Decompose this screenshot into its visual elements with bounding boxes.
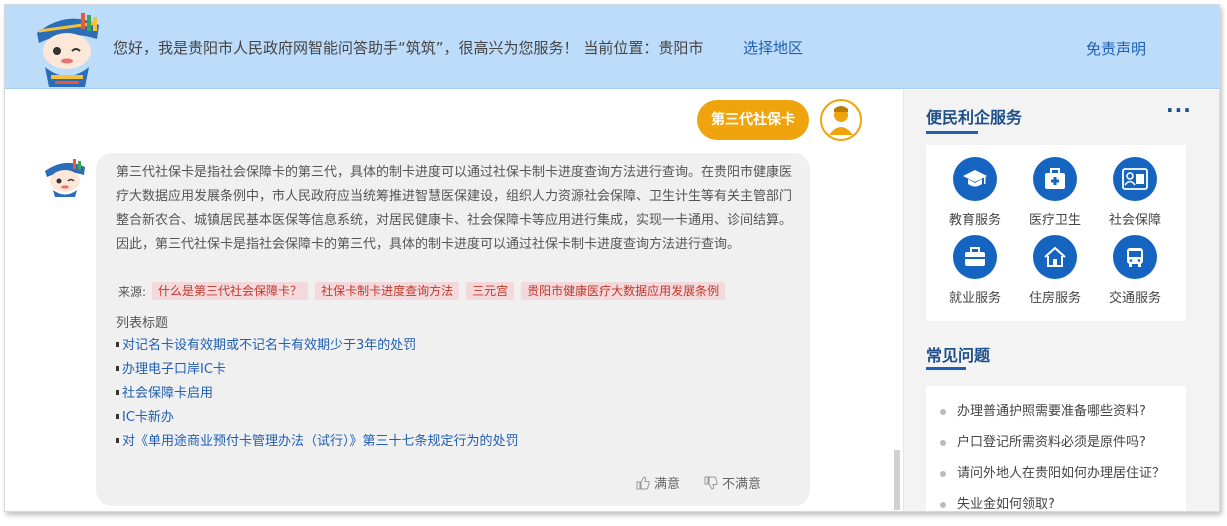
bullet-dot-icon [940,501,946,508]
service-social-security[interactable]: 社会保障 [1095,157,1175,228]
bus-icon [1113,235,1157,279]
briefcase-icon [953,235,997,279]
header-bar: 您好，我是贵阳市人民政府网智能问答助手“筑筑”，很高兴为您服务！ 当前位置：贵阳… [5,5,1219,89]
related-item-label[interactable]: 对记名卡设有效期或不记名卡有效期少于3年的处罚 [122,338,416,353]
related-item-label[interactable]: 对《单用途商业预付卡管理办法（试行）》第三十七条规定行为的处罚 [122,434,519,449]
related-item-label[interactable]: 社会保障卡启用 [122,386,213,401]
sources-row: 来源: 什么是第三代社会保障卡？ 社保卡制卡进度查询方法 三元宫 贵阳市健康医疗… [118,282,732,300]
source-tag[interactable]: 社保卡制卡进度查询方法 [315,282,460,300]
bullet-icon [116,438,119,443]
bullet-dot-icon [940,470,946,477]
service-medical[interactable]: 医疗卫生 [1015,157,1095,228]
chat-area: 第三代社保卡 第三代社保卡是指社会保障卡的第三代，具体的制卡进度可以通过社保卡制… [5,90,903,511]
user-question-bubble: 第三代社保卡 [697,100,809,140]
house-icon [1033,235,1077,279]
satisfied-label: 满意 [654,477,681,492]
thumbs-down-icon [704,476,718,490]
service-label: 就业服务 [948,291,1001,306]
service-transport[interactable]: 交通服务 [1095,235,1175,306]
service-employment[interactable]: 就业服务 [935,235,1015,306]
related-list: 对记名卡设有效期或不记名卡有效期少于3年的处罚 办理电子口岸IC卡 社会保障卡启… [116,334,519,454]
feedback-row: 满意 不满意 [636,473,761,492]
bullet-dot-icon [940,408,946,415]
bullet-dot-icon [940,439,946,446]
disclaimer-link[interactable]: 免责声明 [1086,38,1146,59]
more-services-button[interactable]: ··· [1166,100,1192,120]
social-security-card-icon [1113,157,1157,201]
app-window: 您好，我是贵阳市人民政府网智能问答助手“筑筑”，很高兴为您服务！ 当前位置：贵阳… [4,4,1220,512]
bot-avatar-icon [45,159,85,197]
right-sidebar: 便民利企服务 ··· 教育服务 医疗卫生 社会保障 就业服务 住房服务 交通服务… [903,90,1219,511]
answer-bubble: 第三代社保卡是指社会保障卡的第三代，具体的制卡进度可以通过社保卡制卡进度查询方法… [96,153,810,506]
bullet-icon [116,414,119,419]
faq-question[interactable]: 办理普通护照需要准备哪些资料? [957,396,1146,427]
related-item-label[interactable]: 办理电子口岸IC卡 [122,362,226,377]
related-item[interactable]: 对《单用途商业预付卡管理办法（试行）》第三十七条规定行为的处罚 [116,430,519,454]
related-item[interactable]: IC卡新办 [116,406,519,430]
faq-item[interactable]: 请问外地人在贵阳如何办理居住证？ [926,458,1176,489]
thumbs-up-icon [636,475,650,489]
faq-question[interactable]: 请问外地人在贵阳如何办理居住证？ [957,458,1165,489]
service-education[interactable]: 教育服务 [935,157,1015,228]
source-tag[interactable]: 贵阳市健康医疗大数据应用发展条例 [521,282,726,300]
related-item-label[interactable]: IC卡新办 [122,410,174,425]
section-underline [926,131,978,134]
related-item[interactable]: 办理电子口岸IC卡 [116,358,519,382]
faq-list: 办理普通护照需要准备哪些资料? 户口登记所需资料必须是原件吗? 请问外地人在贵阳… [926,386,1186,511]
section-underline [926,367,966,370]
chat-scrollbar[interactable] [894,450,900,510]
service-label: 医疗卫生 [1028,213,1081,228]
select-region-link[interactable]: 选择地区 [743,37,803,58]
answer-text: 第三代社保卡是指社会保障卡的第三代，具体的制卡进度可以通过社保卡制卡进度查询方法… [116,165,793,252]
mascot-logo-icon [37,13,99,87]
medical-kit-icon [1033,157,1077,201]
faq-item[interactable]: 户口登记所需资料必须是原件吗? [926,427,1176,458]
sources-label: 来源: [118,284,147,299]
graduation-cap-icon [953,157,997,201]
service-label: 交通服务 [1108,291,1161,306]
bullet-icon [116,366,119,371]
unsatisfied-button[interactable]: 不满意 [704,473,761,492]
list-title: 列表标题 [116,316,169,331]
service-label: 住房服务 [1028,291,1081,306]
service-label: 社会保障 [1108,213,1161,228]
faq-question[interactable]: 失业金如何领取? [957,489,1055,511]
user-avatar-icon [820,99,862,141]
service-label: 教育服务 [948,213,1001,228]
source-tag[interactable]: 什么是第三代社会保障卡？ [152,282,309,300]
greeting-text: 您好，我是贵阳市人民政府网智能问答助手“筑筑”，很高兴为您服务！ 当前位置：贵阳… [113,39,704,57]
services-section-title: 便民利企服务 [926,108,1023,127]
source-tag[interactable]: 三元宫 [466,282,515,300]
faq-item[interactable]: 办理普通护照需要准备哪些资料? [926,396,1176,427]
satisfied-button[interactable]: 满意 [636,473,680,492]
faq-item[interactable]: 失业金如何领取? [926,489,1176,511]
bullet-icon [116,342,119,347]
faq-question[interactable]: 户口登记所需资料必须是原件吗? [957,427,1146,458]
faq-section-title: 常见问题 [926,346,991,365]
related-item[interactable]: 社会保障卡启用 [116,382,519,406]
bullet-icon [116,390,119,395]
related-item[interactable]: 对记名卡设有效期或不记名卡有效期少于3年的处罚 [116,334,519,358]
unsatisfied-label: 不满意 [722,477,762,492]
service-housing[interactable]: 住房服务 [1015,235,1095,306]
services-grid: 教育服务 医疗卫生 社会保障 就业服务 住房服务 交通服务 [926,145,1186,321]
